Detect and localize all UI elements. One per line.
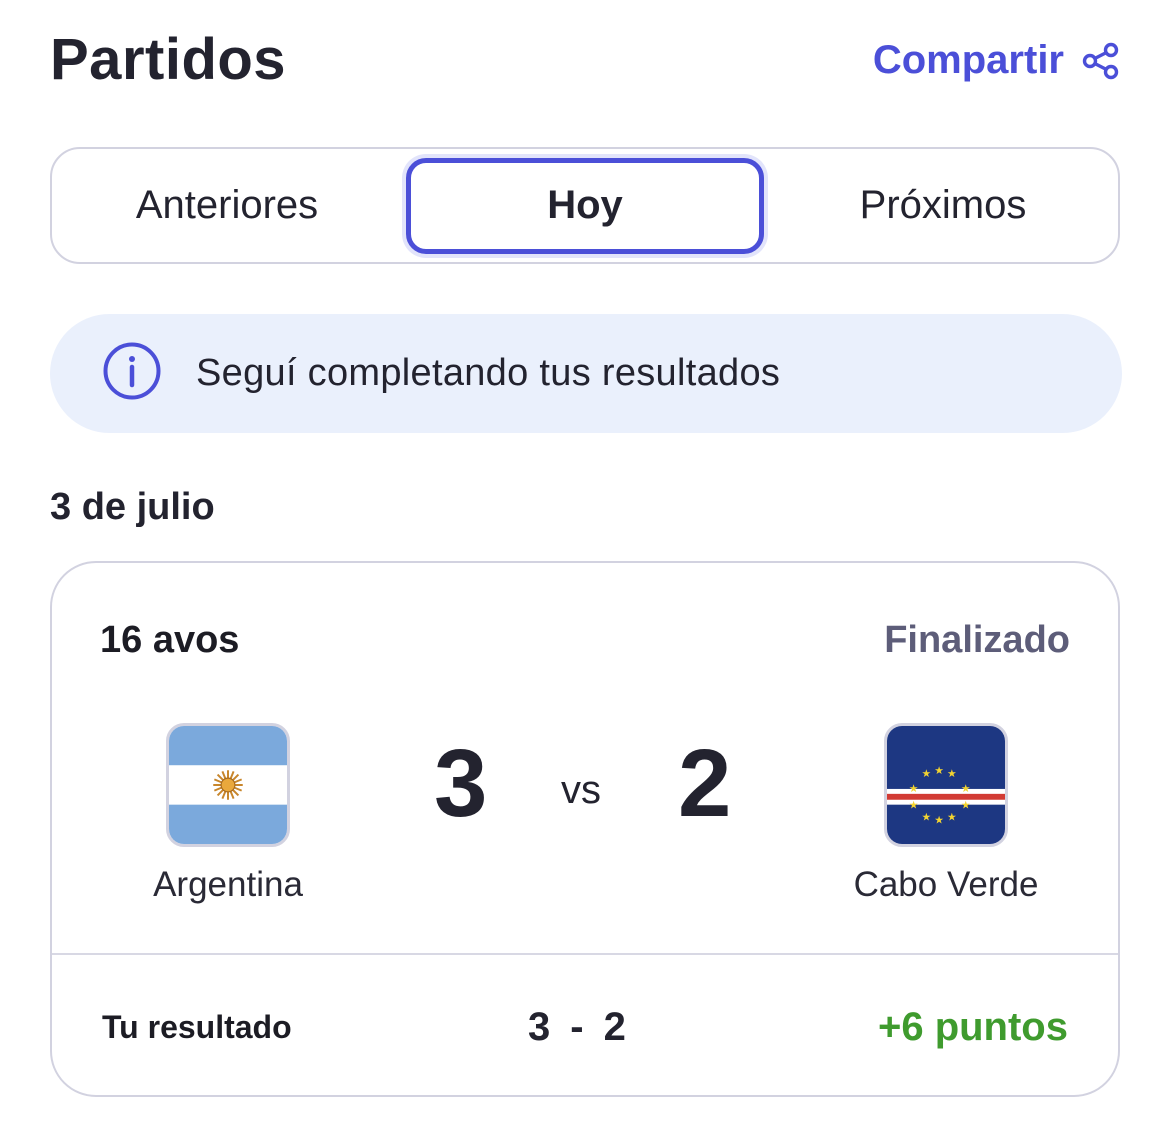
away-score: 2 <box>678 730 732 837</box>
share-button[interactable]: Compartir <box>873 38 1120 83</box>
share-icon <box>1082 42 1120 80</box>
away-team-name: Cabo Verde <box>853 865 1039 904</box>
svg-text:★: ★ <box>909 799 919 812</box>
svg-text:★: ★ <box>961 782 971 795</box>
prediction-away-score: 2 <box>603 1005 626 1049</box>
match-card[interactable]: 16 avos Finalizado Argentina 3 vs 2 ★ ★ … <box>50 561 1120 1097</box>
argentina-flag-icon <box>166 723 290 847</box>
matches-tabs: Anteriores Hoy Próximos <box>50 147 1120 264</box>
svg-text:★: ★ <box>961 799 971 812</box>
match-status: Finalizado <box>884 619 1070 661</box>
prediction-home-score: 3 <box>528 1005 551 1049</box>
date-heading: 3 de julio <box>50 486 215 528</box>
prediction-score: 3 - 2 <box>528 1005 626 1050</box>
away-team: ★ ★ ★ ★ ★ ★ ★ ★ ★ ★ Cabo Verde <box>826 723 1066 905</box>
match-round: 16 avos <box>100 619 240 661</box>
svg-text:★: ★ <box>934 764 944 777</box>
tab-hoy[interactable]: Hoy <box>406 157 764 254</box>
info-banner-text: Seguí completando tus resultados <box>196 352 781 394</box>
prediction-separator: - <box>570 1005 584 1049</box>
points-earned: +6 puntos <box>877 1005 1068 1049</box>
matches-page: Partidos Compartir Anteriores Hoy Próxim… <box>0 0 1170 1127</box>
vs-label: vs <box>561 768 601 812</box>
home-team-name: Argentina <box>153 865 303 904</box>
home-team: Argentina <box>108 723 348 905</box>
svg-text:★: ★ <box>909 782 919 795</box>
tab-anteriores[interactable]: Anteriores <box>52 149 402 262</box>
share-button-label: Compartir <box>872 38 1064 82</box>
card-divider <box>52 953 1118 955</box>
info-banner: Seguí completando tus resultados <box>50 314 1122 433</box>
page-title: Partidos <box>50 27 287 92</box>
svg-text:★: ★ <box>934 813 944 826</box>
svg-text:★: ★ <box>921 810 931 823</box>
info-icon <box>102 341 162 406</box>
cabo-verde-flag-icon: ★ ★ ★ ★ ★ ★ ★ ★ ★ ★ <box>884 723 1008 847</box>
prediction-label: Tu resultado <box>102 1009 292 1045</box>
svg-text:★: ★ <box>947 767 957 780</box>
tab-proximos[interactable]: Próximos <box>768 149 1118 262</box>
tab-hoy-wrapper: Hoy <box>402 149 768 262</box>
svg-text:★: ★ <box>947 810 957 823</box>
home-score: 3 <box>434 730 488 837</box>
svg-text:★: ★ <box>921 767 931 780</box>
